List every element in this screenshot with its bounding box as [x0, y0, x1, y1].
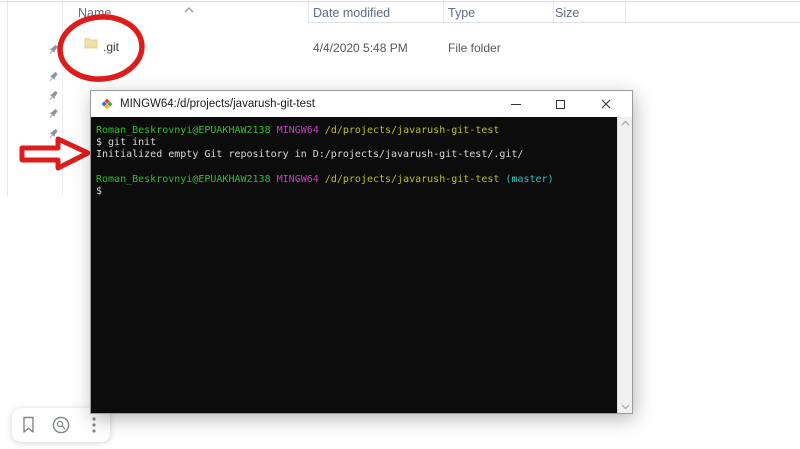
screen: { "explorer": { "columns": { "name": "Na… — [0, 0, 800, 449]
column-header-type[interactable]: Type — [448, 6, 475, 20]
file-row-name[interactable]: .git — [103, 40, 119, 54]
terminal-line: $ git init — [96, 137, 157, 149]
file-row-type: File folder — [448, 41, 501, 55]
column-header-name[interactable]: Name — [78, 6, 111, 20]
minimize-icon — [510, 103, 521, 105]
bookmark-icon[interactable] — [15, 412, 41, 438]
column-header-size[interactable]: Size — [555, 6, 579, 20]
top-divider — [0, 1, 800, 2]
pushpin-icon[interactable] — [46, 70, 60, 84]
lens-search-icon[interactable] — [48, 412, 74, 438]
file-row-date: 4/4/2020 5:48 PM — [313, 41, 408, 55]
terminal-scrollbar[interactable] — [617, 117, 632, 413]
scroll-up-icon — [621, 120, 629, 126]
sort-ascending-icon[interactable] — [183, 1, 195, 19]
column-header-date-modified[interactable]: Date modified — [313, 6, 390, 20]
header-underline — [308, 22, 800, 23]
msys-diamond-icon — [100, 97, 114, 111]
terminal-body: Roman_Beskrovnyi@EPUAKHAW2138 MINGW64 /d… — [91, 117, 632, 413]
nav-pane-divider — [62, 0, 63, 196]
close-icon — [601, 99, 610, 109]
pushpin-icon[interactable] — [46, 107, 60, 121]
column-separator — [625, 0, 626, 22]
pushpin-icon[interactable] — [46, 89, 60, 103]
scroll-down-icon — [621, 404, 629, 410]
column-separator — [553, 0, 554, 22]
terminal-output: Roman_Beskrovnyi@EPUAKHAW2138 MINGW64 /d… — [91, 117, 617, 413]
pushpin-icon[interactable] — [46, 43, 60, 57]
folder-icon — [84, 36, 98, 54]
column-separator — [308, 0, 309, 22]
column-separator — [443, 0, 444, 22]
maximize-button[interactable] — [538, 91, 583, 117]
maximize-icon — [556, 99, 565, 109]
terminal-titlebar[interactable]: MINGW64:/d/projects/javarush-git-test — [91, 91, 632, 117]
nav-pane-inner-divider — [7, 0, 8, 196]
terminal-line: Roman_Beskrovnyi@EPUAKHAW2138 MINGW64 /d… — [96, 125, 500, 136]
terminal-title: MINGW64:/d/projects/javarush-git-test — [120, 98, 315, 110]
close-button[interactable] — [583, 91, 628, 117]
minimize-button[interactable] — [493, 91, 538, 117]
more-options-icon[interactable] — [81, 412, 107, 438]
pushpin-icon[interactable] — [46, 127, 60, 141]
terminal-line: Roman_Beskrovnyi@EPUAKHAW2138 MINGW64 /d… — [96, 173, 554, 185]
terminal-line: $ — [96, 186, 103, 198]
git-bash-window: MINGW64:/d/projects/javarush-git-test Ro… — [90, 90, 633, 414]
terminal-line: Initialized empty Git repository in D:/p… — [96, 149, 524, 161]
